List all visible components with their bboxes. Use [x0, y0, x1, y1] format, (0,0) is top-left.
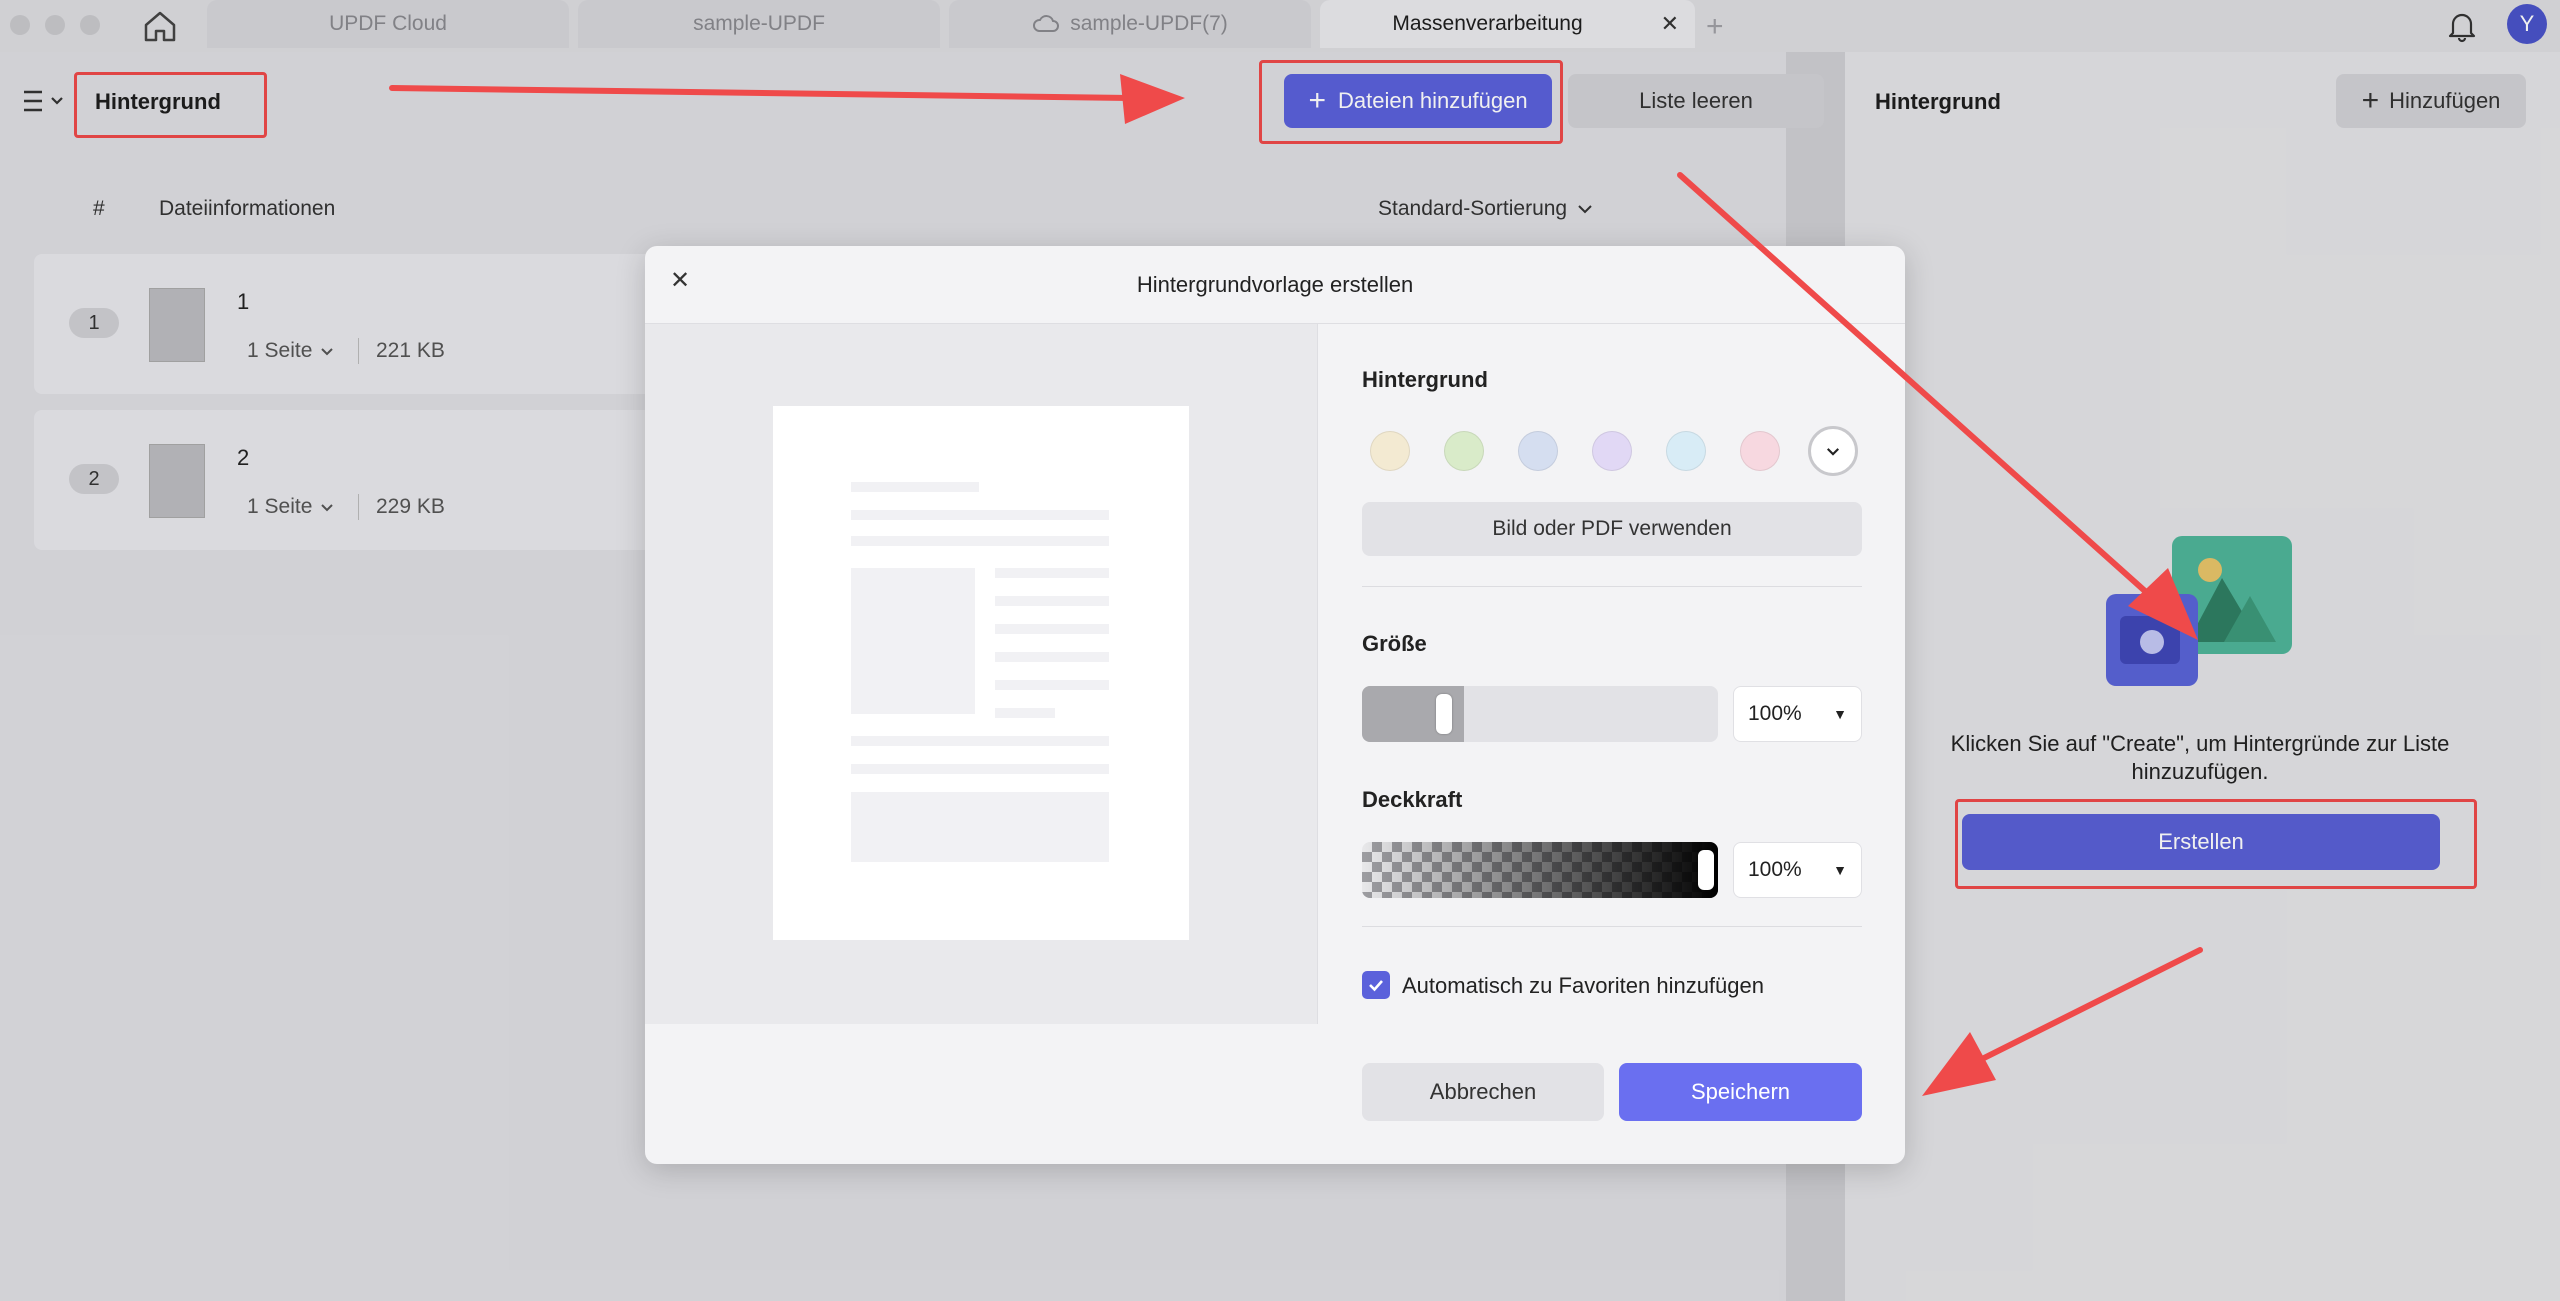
- close-icon[interactable]: ✕: [670, 266, 690, 295]
- size-slider[interactable]: [1362, 686, 1718, 742]
- color-swatch[interactable]: [1370, 431, 1410, 471]
- size-value: 100%: [1748, 702, 1802, 725]
- save-button[interactable]: Speichern: [1619, 1063, 1862, 1121]
- cancel-button[interactable]: Abbrechen: [1362, 1063, 1604, 1121]
- color-swatch[interactable]: [1666, 431, 1706, 471]
- auto-favorite-label: Automatisch zu Favoriten hinzufügen: [1402, 973, 1764, 998]
- background-label: Hintergrund: [1362, 367, 1488, 392]
- color-swatch[interactable]: [1592, 431, 1632, 471]
- dialog-title: Hintergrundvorlage erstellen: [1136, 272, 1414, 297]
- divider: [1362, 586, 1862, 587]
- divider: [1362, 926, 1862, 927]
- create-background-dialog: Hintergrundvorlage erstellen ✕ Hintergru…: [645, 246, 1905, 1164]
- opacity-slider-handle[interactable]: [1698, 850, 1714, 890]
- caret-down-icon: ▼: [1833, 706, 1847, 722]
- size-label: Größe: [1362, 631, 1427, 656]
- cancel-label: Abbrechen: [1429, 1079, 1537, 1104]
- color-swatch[interactable]: [1518, 431, 1558, 471]
- preview-area: [645, 324, 1318, 1024]
- use-image-or-pdf-button[interactable]: Bild oder PDF verwenden: [1362, 502, 1862, 556]
- save-label: Speichern: [1690, 1079, 1791, 1104]
- opacity-slider[interactable]: [1362, 842, 1718, 898]
- opacity-value: 100%: [1748, 858, 1802, 881]
- use-image-label: Bild oder PDF verwenden: [1492, 517, 1732, 540]
- caret-down-icon: ▼: [1833, 862, 1847, 878]
- auto-favorite-checkbox[interactable]: [1362, 971, 1390, 999]
- page-preview: [773, 406, 1189, 940]
- checkmark-icon: [1369, 980, 1383, 992]
- size-slider-handle[interactable]: [1436, 694, 1452, 734]
- size-select[interactable]: 100% ▼: [1733, 686, 1862, 742]
- opacity-gradient: [1362, 842, 1718, 898]
- opacity-select[interactable]: 100% ▼: [1733, 842, 1862, 898]
- color-swatch[interactable]: [1740, 431, 1780, 471]
- color-swatch[interactable]: [1444, 431, 1484, 471]
- opacity-label: Deckkraft: [1362, 787, 1463, 812]
- more-colors-chevron-icon[interactable]: [1808, 426, 1858, 476]
